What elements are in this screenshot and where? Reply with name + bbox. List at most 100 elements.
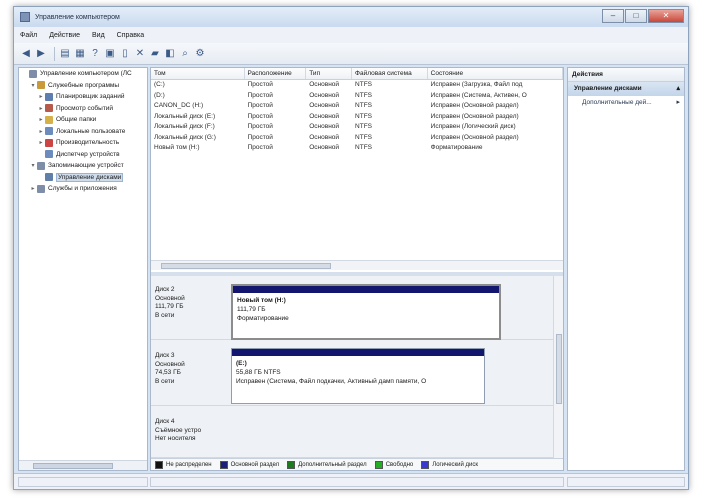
disk-status: В сети <box>155 311 175 319</box>
disk-info[interactable]: Диск 4 Съёмное устро Нет носителя <box>155 418 221 444</box>
legend-label: Логический диск <box>432 461 479 468</box>
disk-row: Диск 3 Основной 74,53 ГБ В сети (E:) 55,… <box>151 344 553 406</box>
col-status[interactable]: Состояние <box>428 68 563 79</box>
expand-icon[interactable]: ▸ <box>37 128 45 135</box>
menu-action[interactable]: Действие <box>49 32 80 39</box>
table-cell: NTFS <box>355 102 373 109</box>
table-cell: Исправен (Система, Активен, О <box>430 91 527 99</box>
col-type[interactable]: Тип <box>306 68 353 79</box>
table-cell: Исправен (Основной раздел) <box>430 112 519 120</box>
disk-graphical-view: Диск 2 Основной 111,79 ГБ В сети Новый т… <box>151 276 553 458</box>
legend-item: Свободно <box>374 460 413 469</box>
menu-help[interactable]: Справка <box>117 32 144 39</box>
table-row[interactable]: Новый том (H:) Простой Основной NTFS Формати… <box>151 143 563 154</box>
tree-item[interactable]: Управление компьютером (ЛС <box>19 68 147 80</box>
tree-item-label: Управление дисками <box>56 172 124 182</box>
tree-item[interactable]: ▾ Служебные программы <box>19 80 147 92</box>
disk-view-scrollbar[interactable] <box>553 276 563 458</box>
disk-size: 74,53 ГБ <box>155 369 181 376</box>
disk-info[interactable]: Диск 3 Основной 74,53 ГБ В сети <box>155 352 221 386</box>
disk-type: Основной <box>155 360 185 368</box>
table-row[interactable]: (C:) Простой Основной NTFS Исправен (Загрузк… <box>151 80 563 91</box>
table-cell: Исправен (Логический диск) <box>430 123 516 130</box>
col-filesystem[interactable]: Файловая система <box>352 68 428 79</box>
tree-item[interactable]: ▸ Локальные пользовате <box>19 126 147 138</box>
partition-block[interactable]: Новый том (H:) 111,79 ГБ Форматирование <box>231 284 501 340</box>
tree-item[interactable]: Управление дисками <box>19 172 147 184</box>
disk-row: Диск 2 Основной 111,79 ГБ В сети Новый т… <box>151 278 553 340</box>
tree-item[interactable]: ▸ Просмотр событий <box>19 103 147 115</box>
expand-icon[interactable]: ▾ <box>29 162 37 169</box>
expand-icon[interactable]: ▸ <box>37 139 45 146</box>
table-row[interactable]: (D:) Простой Основной NTFS Исправен (Система… <box>151 91 563 102</box>
properties-icon[interactable]: ▣ <box>104 48 116 60</box>
status-cell <box>150 477 564 487</box>
menu-view[interactable]: Вид <box>92 32 105 39</box>
table-row[interactable]: Локальный диск (E:) Простой Основной NTFS Ис… <box>151 112 563 123</box>
table-cell: Простой <box>247 112 273 120</box>
connect-icon[interactable]: ▰ <box>149 48 161 60</box>
tree-item[interactable]: ▸ Производительность <box>19 137 147 149</box>
tree-item-label: Планировщик заданий <box>56 93 125 101</box>
table-cell: NTFS <box>355 91 373 99</box>
close-button[interactable]: ✕ <box>648 9 684 23</box>
table-row[interactable]: Локальный диск (G:) Простой Основной NTFS Ис… <box>151 133 563 144</box>
col-layout[interactable]: Расположение <box>245 68 307 79</box>
help-icon[interactable]: ? <box>89 48 101 60</box>
tree-item[interactable]: ▸ Планировщик заданий <box>19 91 147 103</box>
expand-icon[interactable]: ▸ <box>37 116 45 123</box>
more-actions-label: Дополнительные дей... <box>582 99 652 106</box>
expand-icon[interactable]: ▸ <box>37 93 45 100</box>
tree-item[interactable]: ▸ Службы и приложения <box>19 183 147 195</box>
table-cell: (D:) <box>154 91 165 99</box>
disk-info[interactable]: Диск 2 Основной 111,79 ГБ В сети <box>155 286 221 320</box>
table-cell: Основной <box>309 91 340 99</box>
expand-icon[interactable]: ▾ <box>29 82 37 89</box>
back-icon[interactable]: ◀ <box>20 48 32 60</box>
table-cell: Основной <box>309 133 340 141</box>
folder-icon[interactable]: ▤ <box>59 48 71 60</box>
table-cell: Простой <box>247 81 273 88</box>
collapse-icon: ▴ <box>676 85 680 92</box>
document-icon[interactable]: ▯ <box>119 48 131 60</box>
search-icon[interactable]: ⌕ <box>179 48 191 60</box>
table-cell: NTFS <box>355 133 373 141</box>
partition-name: Новый том (H:) <box>237 297 286 304</box>
toolbar: ◀ ▶ ▤ ▦ ? ▣ ▯ ✕ ▰ ◧ ⌕ ⚙ <box>14 43 688 65</box>
tree-item[interactable]: ▾ Запоминающие устройст <box>19 160 147 172</box>
delete-icon[interactable]: ✕ <box>134 48 146 60</box>
rescan-icon[interactable]: ◧ <box>164 48 176 60</box>
maximize-button[interactable]: □ <box>625 9 647 23</box>
table-cell: Простой <box>247 91 273 99</box>
legend-swatch <box>421 460 430 469</box>
expand-icon[interactable]: ▸ <box>37 105 45 112</box>
tree-item[interactable]: ▸ Общие папки <box>19 114 147 126</box>
table-cell: Исправен (Основной раздел) <box>430 133 519 141</box>
tree-node-icon <box>29 69 37 78</box>
table-row[interactable]: Локальный диск (F:) Простой Основной NTFS Ис… <box>151 122 563 133</box>
table-cell: Исправен (Загрузка, Файл под <box>430 81 523 88</box>
tree-node-icon <box>45 150 53 159</box>
console-tree: Управление компьютером (ЛС ▾ Служебные про… <box>18 67 148 471</box>
disk-name: Диск 4 <box>155 418 175 425</box>
tree-item-label: Производительность <box>56 139 120 147</box>
table-row[interactable]: CANON_DC (H:) Простой Основной NTFS Исправен… <box>151 101 563 112</box>
forward-icon[interactable]: ▶ <box>35 48 47 60</box>
settings-icon[interactable]: ⚙ <box>194 48 206 60</box>
console-tree-icon[interactable]: ▦ <box>74 48 86 60</box>
tree-item[interactable]: Диспетчер устройств <box>19 149 147 161</box>
legend: Не распределен Основной раздел Дополнитель… <box>151 458 563 470</box>
tree-node-icon <box>45 127 53 136</box>
tree-node-icon <box>45 173 53 182</box>
tree-node-icon <box>37 81 45 90</box>
tree-scrollbar[interactable] <box>19 460 147 470</box>
partition-block[interactable]: (E:) 55,88 ГБ NTFS Исправен (Система, Фа… <box>231 348 485 404</box>
more-actions-item[interactable]: Дополнительные дей... ▸ <box>568 96 684 110</box>
volume-list-scrollbar[interactable] <box>151 260 563 270</box>
legend-label: Не распределен <box>166 461 212 468</box>
minimize-button[interactable]: – <box>602 9 624 23</box>
expand-icon[interactable]: ▸ <box>29 185 37 192</box>
menu-file[interactable]: Файл <box>20 32 37 39</box>
actions-group-disk-management[interactable]: Управление дисками ▴ <box>568 82 684 96</box>
col-volume[interactable]: Том <box>151 68 245 79</box>
